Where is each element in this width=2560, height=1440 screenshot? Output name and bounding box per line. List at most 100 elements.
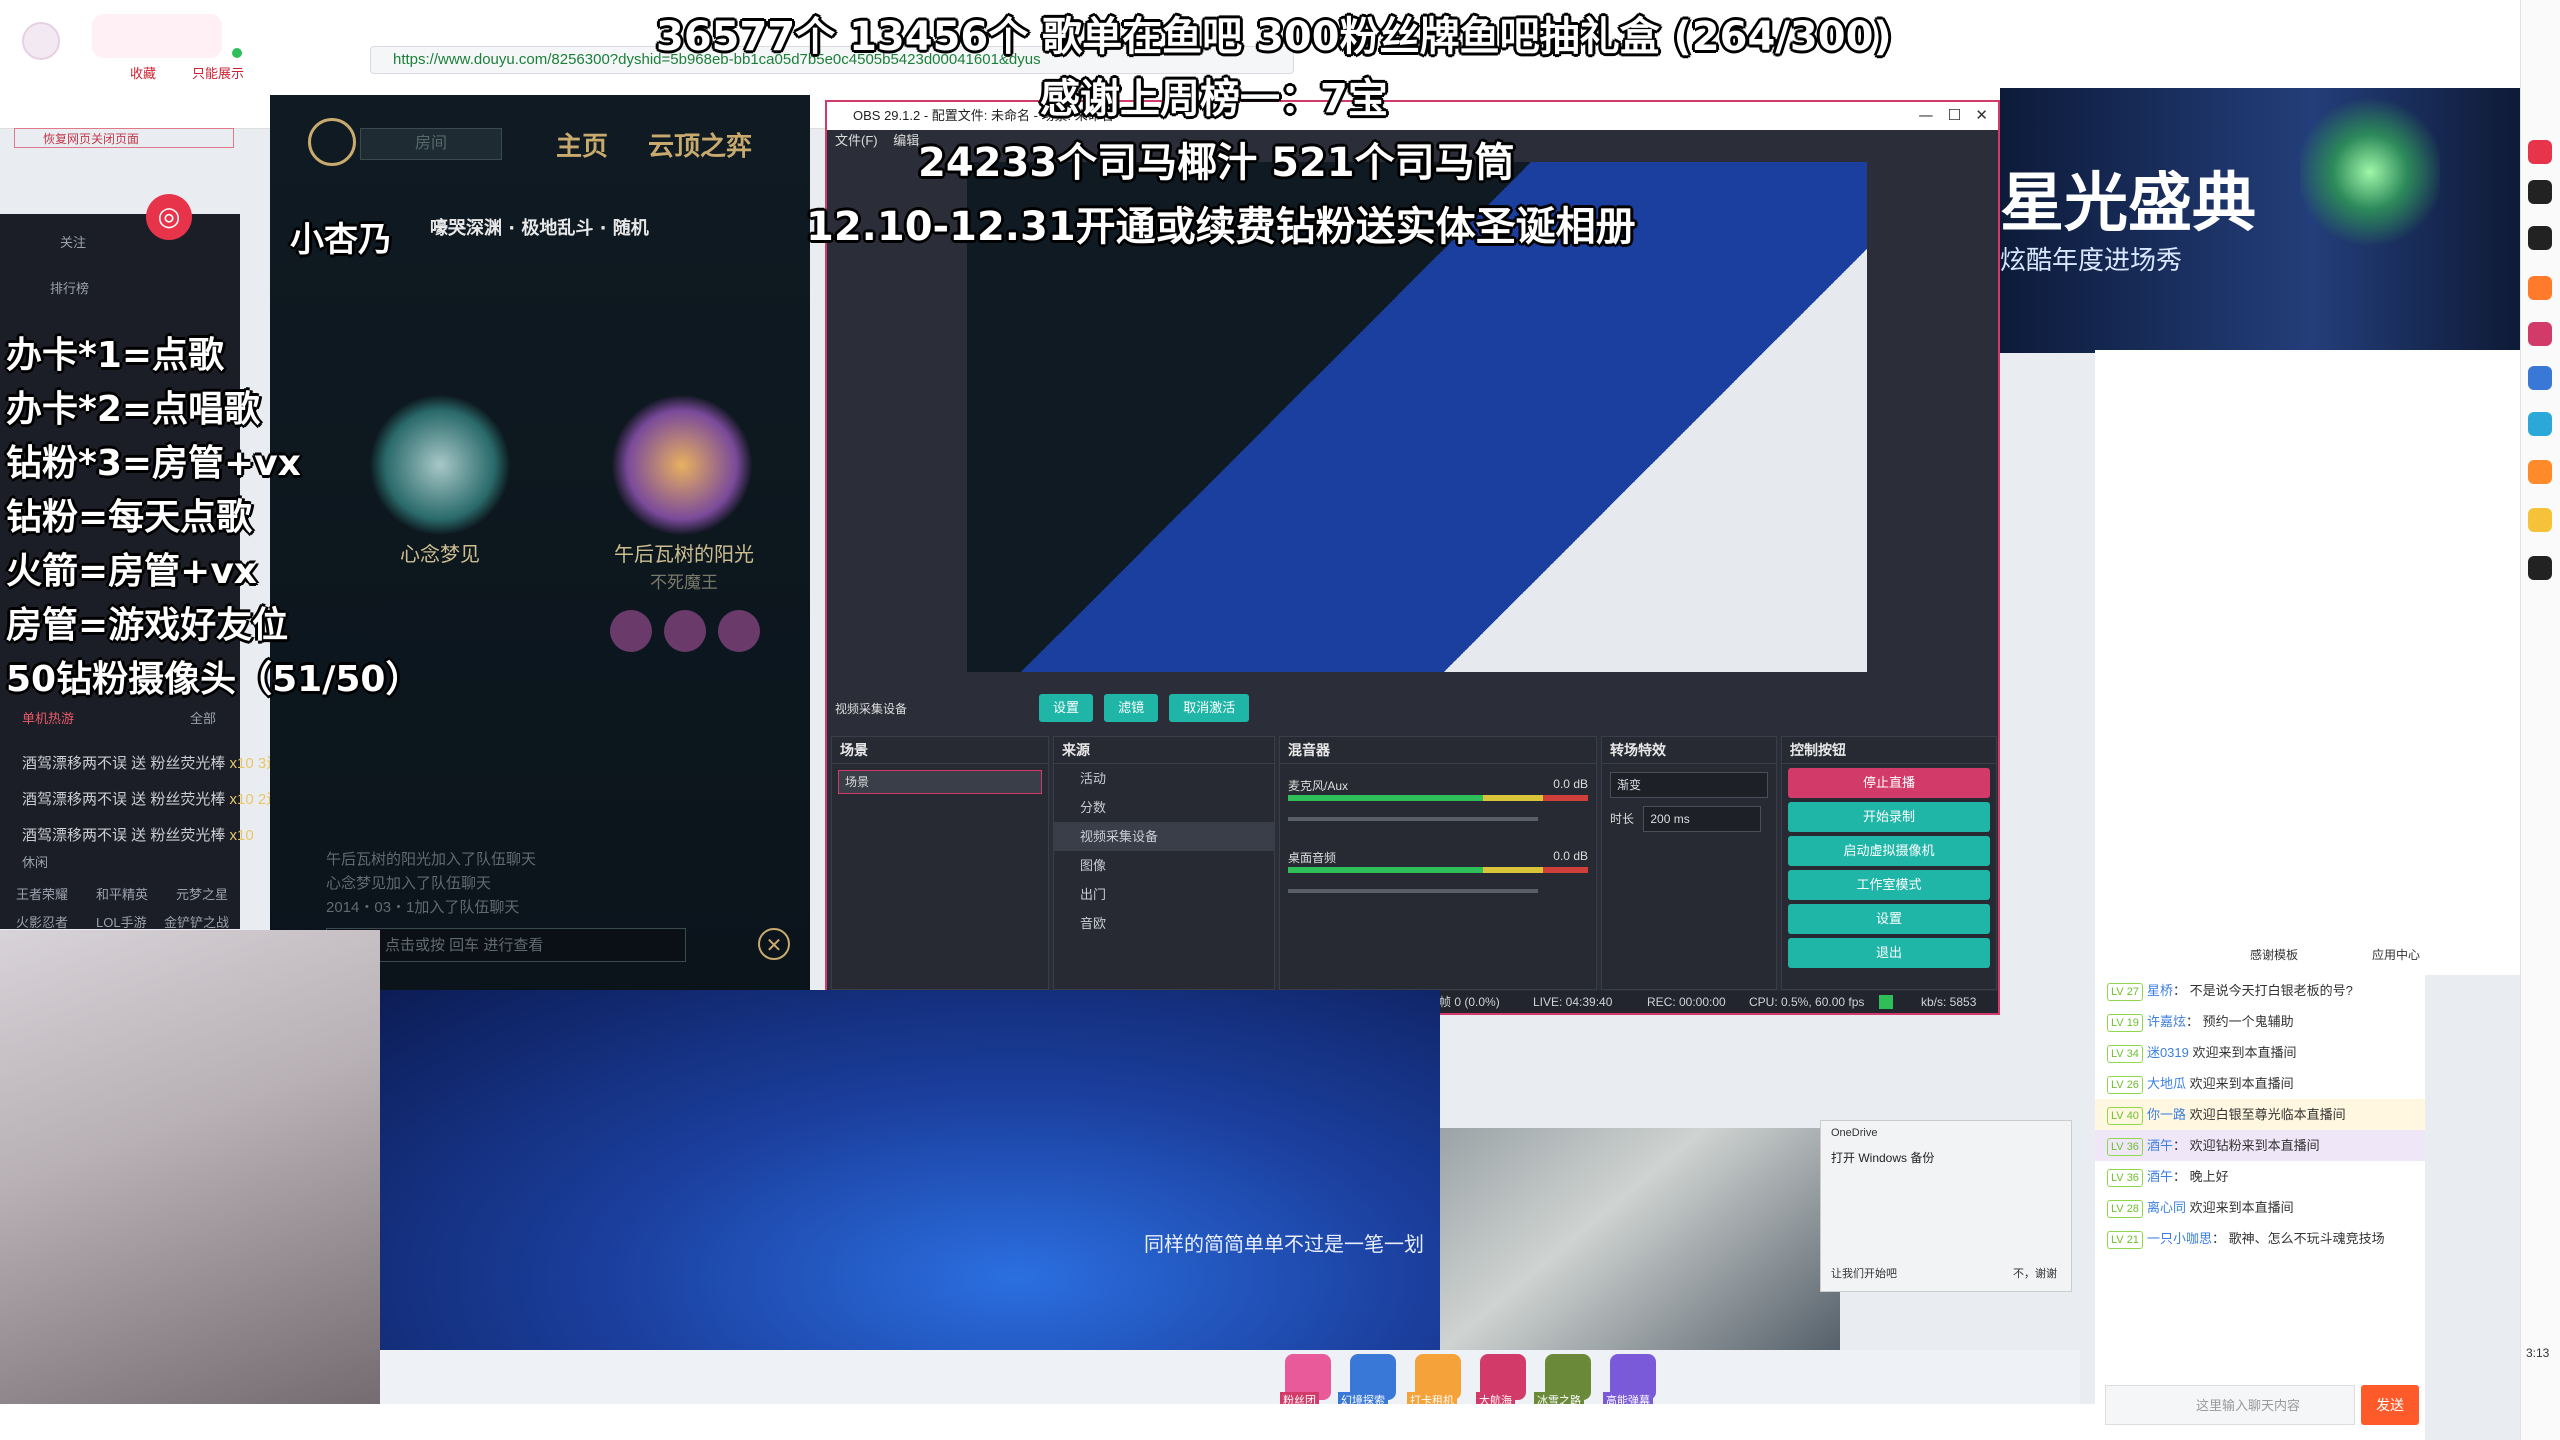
source-item[interactable]: 活动 [1054, 764, 1274, 793]
settings-button[interactable]: 设置 [1788, 904, 1990, 934]
banner-subtitle: 炫酷年度进场秀 [2000, 246, 2183, 276]
rule-line: 钻粉*3=房管+vx [6, 443, 301, 484]
lol-chat-line: 心念梦见加入了队伍聊天 [326, 875, 492, 892]
netease-cloud-music-icon[interactable]: ◎ [146, 194, 192, 240]
source-toolbar: 设置 滤镜 取消激活 [1039, 694, 1255, 722]
rank-link[interactable]: 排行榜 [50, 278, 89, 297]
close-icon[interactable]: ✕ [758, 928, 790, 960]
lol-search-box[interactable]: 房间 [360, 128, 502, 160]
live-timer: LIVE: 04:39:40 [1533, 995, 1613, 1009]
leisure-heading: 休闲 [22, 855, 49, 870]
source-item[interactable]: 出门 [1054, 880, 1274, 909]
mic-label: 麦克风/Aux [1288, 779, 1349, 793]
deactivate-button[interactable]: 取消激活 [1169, 694, 1250, 722]
overlay-promo-line: 12.10-12.31开通或续费钻粉送实体圣诞相册 [806, 204, 1636, 250]
app-icon-2[interactable] [2528, 226, 2552, 250]
onedrive-title: OneDrive [1831, 1127, 1878, 1139]
controls-title: 控制按钮 [1782, 737, 1996, 764]
transition-select[interactable]: 渐变 [1610, 772, 1768, 798]
rule-line: 办卡*2=点唱歌 [6, 389, 261, 430]
chat-panel: LV 27 星桥： 不是说今天打白银老板的号? LV 19 许嘉炫： 预约一个鬼辅助… [2095, 975, 2425, 1440]
app-icon-5[interactable] [2528, 366, 2552, 390]
game-link[interactable]: 火影忍者 [16, 912, 68, 931]
app-icon-7[interactable] [2528, 460, 2552, 484]
content-area [2095, 350, 2520, 975]
virtual-camera-button[interactable]: 启动虚拟摄像机 [1788, 836, 1990, 866]
chat-input[interactable]: 这里输入聊天内容 [2105, 1385, 2355, 1425]
desktop-volume-slider[interactable] [1288, 889, 1538, 893]
transitions-title: 转场特效 [1602, 737, 1776, 764]
bookmark-item[interactable]: 只能展示 [192, 64, 244, 84]
window-controls[interactable]: — ☐ ✕ [1918, 106, 1988, 124]
chat-message: LV 27 星桥： 不是说今天打白银老板的号? [2095, 975, 2425, 1006]
game-link[interactable]: LOL手游 [96, 912, 147, 931]
lol-chat-input[interactable]: 点击或按 回车 进行查看 [326, 928, 686, 962]
menu-file[interactable]: 文件(F) [827, 133, 878, 148]
app-icon-8[interactable] [2528, 508, 2552, 532]
exit-button[interactable]: 退出 [1788, 938, 1990, 968]
sources-dock: 来源 活动 分数 视频采集设备 图像 出门 音欧 [1053, 736, 1275, 990]
cinnamoroll-decoration-icon [92, 14, 222, 58]
game-link[interactable]: 和平精英 [96, 884, 148, 903]
duration-input[interactable]: 200 ms [1643, 806, 1762, 832]
restore-pages-notice[interactable]: 恢复网页关闭页面 [14, 128, 234, 148]
onedrive-dismiss-button[interactable]: 不，谢谢 [2013, 1265, 2057, 1281]
stop-streaming-button[interactable]: 停止直播 [1788, 768, 1990, 798]
source-item[interactable]: 视频采集设备 [1054, 822, 1274, 851]
diamond-icon [2300, 92, 2440, 252]
player-name: 午后瓦树的阳光 [614, 542, 754, 566]
follow-link[interactable]: 关注 [60, 232, 86, 251]
gift-message: 酒驾漂移两不误 送 粉丝荧光棒 x10 2连击 [22, 791, 297, 808]
app-icon-3[interactable] [2528, 276, 2552, 300]
desktop-level-meter [1288, 867, 1588, 873]
sources-title: 来源 [1054, 737, 1274, 764]
scene-item[interactable]: 场景 [838, 770, 1042, 794]
overlay-count-line: 24233个司马椰汁 521个司马筒 [918, 140, 1515, 186]
game-link[interactable]: 金铲铲之战 [164, 912, 229, 931]
rune-icon [664, 610, 706, 652]
lol-nav-home[interactable]: 主页 [556, 126, 608, 163]
scenes-title: 场景 [832, 737, 1048, 764]
hot-games-heading: 单机热游 [22, 711, 75, 726]
lol-chat-line: 午后瓦树的阳光加入了队伍聊天 [326, 851, 537, 868]
right-tool-column [2520, 0, 2560, 1440]
bookmark-favorites[interactable]: 收藏 [130, 64, 156, 84]
game-link[interactable]: 元梦之星 [176, 884, 228, 903]
chat-message: LV 36 酒午： 晚上好 [2095, 1161, 2425, 1192]
transitions-dock: 转场特效 渐变 时长 200 ms [1601, 736, 1777, 990]
app-icon-9[interactable] [2528, 556, 2552, 580]
netease-music-icon[interactable] [2528, 140, 2552, 164]
streamer-avatar[interactable] [22, 22, 60, 60]
start-recording-button[interactable]: 开始录制 [1788, 802, 1990, 832]
chat-message: LV 19 许嘉炫： 预约一个鬼辅助 [2095, 1006, 2425, 1037]
bitrate: kb/s: 5853 [1921, 995, 1977, 1009]
scenes-dock: 场景 场景 [831, 736, 1049, 990]
rule-line: 办卡*1=点歌 [6, 335, 225, 376]
player-webcam [1440, 1128, 1840, 1350]
lyrics-subtitle: 同样的简简单单不过是一笔一划 [1144, 1232, 1424, 1256]
source-item[interactable]: 分数 [1054, 793, 1274, 822]
bottom-strip [0, 1404, 2095, 1440]
app-center[interactable]: 应用中心 [2372, 946, 2420, 963]
source-item[interactable]: 图像 [1054, 851, 1274, 880]
gift-message: 酒驾漂移两不误 送 粉丝荧光棒 x10 [22, 827, 254, 844]
lol-nav-tft[interactable]: 云顶之弈 [648, 126, 752, 163]
rune-icon [610, 610, 652, 652]
thanks-template[interactable]: 感谢模板 [2250, 946, 2298, 963]
send-button[interactable]: 发送 [2361, 1385, 2419, 1425]
rule-line: 房管=游戏好友位 [6, 605, 289, 646]
settings-button[interactable]: 设置 [1039, 694, 1094, 722]
game-link[interactable]: 王者荣耀 [16, 884, 68, 903]
app-icon-4[interactable] [2528, 322, 2552, 346]
app-icon[interactable] [2528, 180, 2552, 204]
menu-edit[interactable]: 编辑 [881, 133, 919, 148]
source-item[interactable]: 音欧 [1054, 909, 1274, 938]
studio-mode-button[interactable]: 工作室模式 [1788, 870, 1990, 900]
more-link[interactable]: 全部 [190, 708, 216, 727]
secure-lock-icon [232, 48, 242, 58]
app-icon-6[interactable] [2528, 412, 2552, 436]
mic-volume-slider[interactable] [1288, 817, 1538, 821]
rule-line: 钻粉=每天点歌 [6, 497, 253, 538]
onedrive-start-button[interactable]: 让我们开始吧 [1831, 1265, 1897, 1281]
filters-button[interactable]: 滤镜 [1104, 694, 1159, 722]
